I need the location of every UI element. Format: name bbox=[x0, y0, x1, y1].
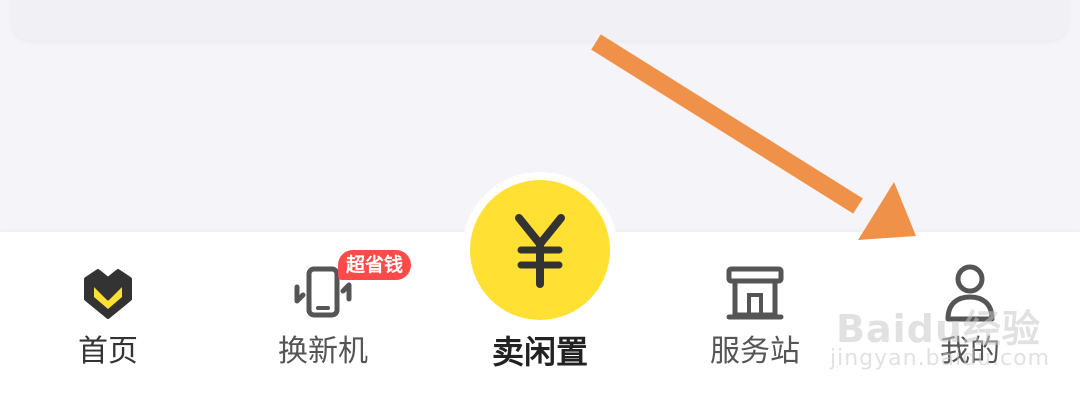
tab-service-station-label: 服务站 bbox=[710, 334, 800, 369]
tab-service-station[interactable]: 服务站 bbox=[675, 250, 835, 380]
home-heart-icon bbox=[75, 260, 141, 326]
content-card bbox=[12, 0, 1068, 40]
tab-home-label: 首页 bbox=[78, 334, 138, 369]
app-screen: 首页 换新机 超省钱 卖闲置 服务站 我的 Baidu经验 jingyan.ba… bbox=[0, 0, 1080, 400]
tab-sell[interactable]: 卖闲置 bbox=[460, 250, 620, 380]
tab-mine[interactable]: 我的 bbox=[890, 250, 1050, 380]
store-icon bbox=[722, 260, 788, 326]
tab-trade-in-label: 换新机 bbox=[278, 334, 368, 369]
tab-sell-label: 卖闲置 bbox=[491, 333, 588, 371]
tab-home[interactable]: 首页 bbox=[28, 250, 188, 380]
tab-mine-label: 我的 bbox=[940, 334, 1000, 369]
promo-badge: 超省钱 bbox=[338, 250, 412, 280]
user-icon bbox=[937, 260, 1003, 326]
